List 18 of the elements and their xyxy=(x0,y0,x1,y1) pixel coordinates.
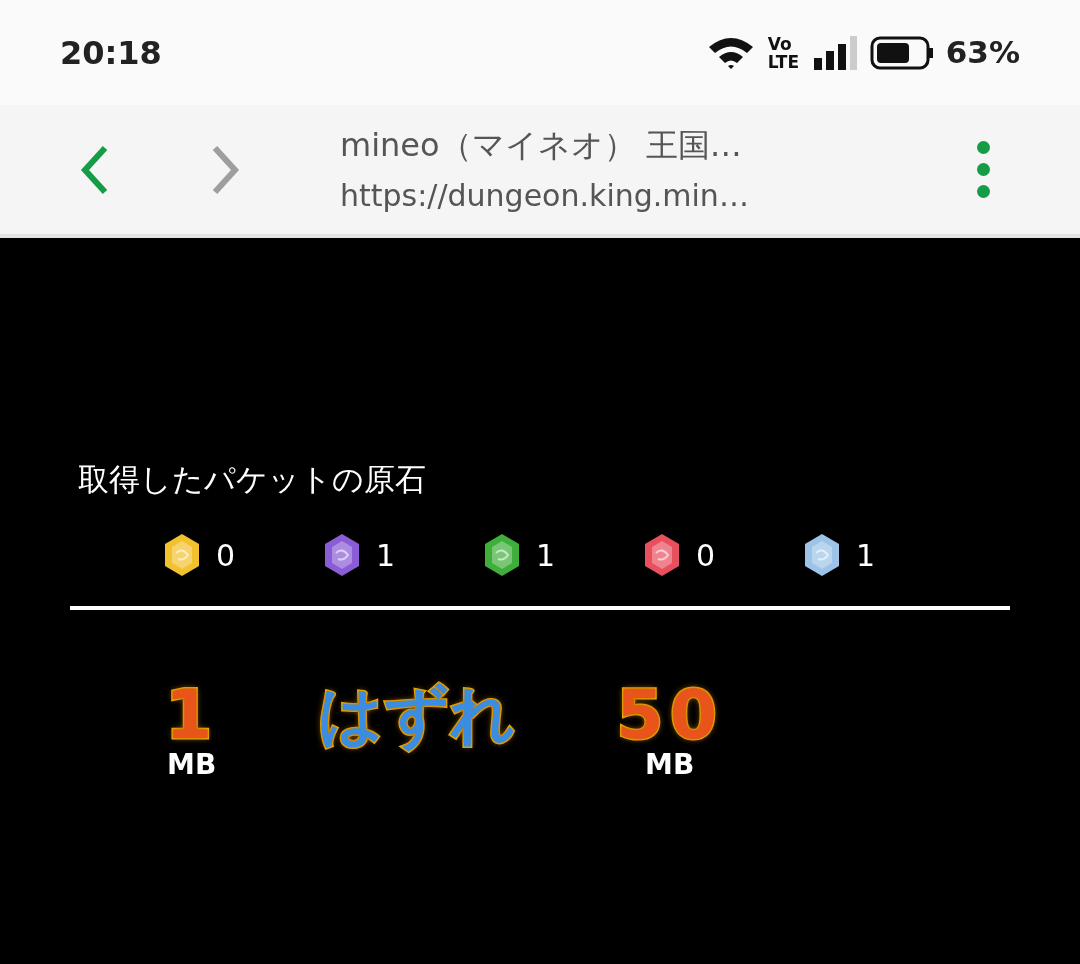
gem-count: 1 xyxy=(536,536,556,575)
unit-label: MB xyxy=(167,749,217,780)
unit-label: MB xyxy=(645,749,695,780)
network-type: Vo LTE xyxy=(767,34,801,71)
gem-count: 1 xyxy=(856,536,876,575)
gem-count: 1 xyxy=(376,536,396,575)
gem-count: 0 xyxy=(696,536,716,575)
page-url: https://dungeon.king.min… xyxy=(340,177,750,215)
battery-percent: 63% xyxy=(945,33,1020,73)
gems-title: 取得したパケットの原石 xyxy=(78,460,427,499)
status-time: 20:18 xyxy=(60,32,162,74)
battery-icon xyxy=(869,35,934,70)
signal-icon xyxy=(813,35,858,70)
page-title: mineo（マイネオ） 王国… xyxy=(340,125,743,166)
gem-count: 0 xyxy=(216,536,236,575)
prize-amount: 50 xyxy=(616,679,723,750)
miss-label: はずれ xyxy=(318,679,517,750)
prize-amount: 1 xyxy=(165,679,219,750)
